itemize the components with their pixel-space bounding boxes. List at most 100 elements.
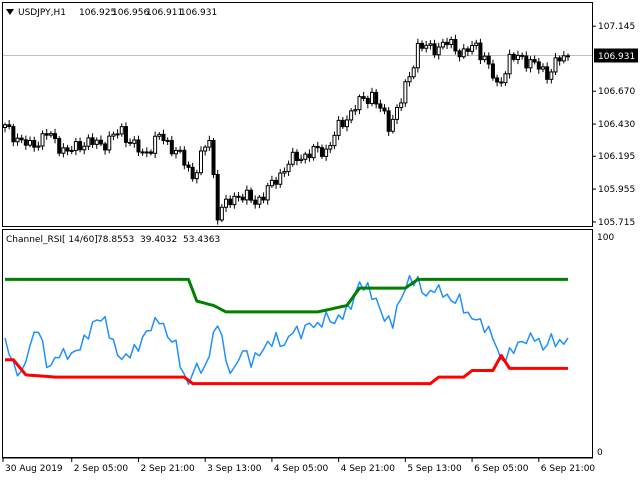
candle-body (461, 48, 466, 58)
candle-body (128, 141, 133, 144)
candle-body (428, 43, 433, 46)
time-tick-label: 5 Sep 13:00 (407, 464, 462, 474)
open-value: 106.925 (79, 8, 116, 18)
rsi-scale-max: 100 (597, 233, 614, 243)
candle-body (32, 139, 37, 148)
candle-body (178, 149, 183, 152)
candle-body (315, 145, 320, 149)
candle-body (549, 71, 554, 80)
candle-body (136, 139, 141, 153)
current-price-marker: 106.931 (594, 48, 638, 63)
price-pane[interactable] (2, 2, 593, 227)
candle-body (495, 77, 500, 83)
candle-body (57, 138, 62, 154)
candle-body (478, 42, 483, 61)
candle-body (524, 55, 529, 69)
candle-body (73, 141, 78, 151)
trading-chart[interactable]: 107.145 106.670 106.430 106.195 105.955 105.7… (0, 0, 640, 480)
candle-body (553, 57, 558, 73)
candle-body (540, 66, 545, 70)
candle-body (482, 55, 487, 61)
candle-body (324, 148, 329, 157)
candle-body (215, 174, 220, 221)
candle-body (465, 48, 470, 52)
candle-body (219, 206, 224, 221)
candle-body (369, 91, 374, 105)
price-tick-label: 105.955 (598, 185, 635, 195)
price-tick-label: 107.145 (598, 22, 635, 32)
time-tick-label: 4 Sep 21:00 (341, 464, 396, 474)
candle-body (240, 196, 245, 201)
price-pane-header: USDJPY,H1 106.925 106.956 106.911 106.93… (6, 8, 217, 18)
candle-body (515, 54, 520, 60)
candle-body (140, 151, 145, 154)
candle-body (357, 96, 362, 111)
candle-body (290, 151, 295, 165)
candle-body (411, 67, 416, 78)
candle-body (382, 107, 387, 112)
candle-body (86, 137, 91, 147)
candle-body (445, 41, 450, 46)
candle-body (415, 42, 420, 69)
candle-body (7, 124, 12, 128)
candle-body (274, 179, 279, 185)
candle-body (123, 126, 128, 143)
candle-body (269, 179, 274, 187)
candle-body (557, 57, 562, 62)
candle-body (378, 103, 383, 109)
candle-body (144, 151, 149, 154)
symbol-label: USDJPY,H1 (18, 8, 66, 18)
candle-body (132, 139, 137, 144)
candle-body (261, 196, 266, 201)
candle-body (190, 166, 195, 180)
candle-body (153, 135, 158, 154)
candle-body (299, 158, 304, 162)
candle-body (474, 42, 479, 47)
candle-body (499, 81, 504, 84)
candle-body (303, 153, 308, 160)
candle-body (407, 76, 412, 83)
candle-body (336, 119, 341, 136)
candle-body (286, 163, 291, 173)
candle-body (165, 139, 170, 142)
candle-body (211, 140, 216, 176)
candle-body (69, 149, 74, 152)
candle-body (294, 151, 299, 162)
time-tick-label: 2 Sep 05:00 (74, 464, 129, 474)
candle-body (490, 63, 495, 79)
candle-body (507, 53, 512, 75)
candle-body (182, 149, 187, 166)
candle-body (528, 59, 533, 69)
candle-body (424, 44, 429, 49)
candle-body (503, 73, 508, 84)
candle-body (3, 124, 7, 129)
candle-body (282, 171, 287, 174)
candle-body (328, 145, 333, 150)
candle-body (311, 145, 316, 159)
candle-body (65, 147, 70, 152)
candle-body (236, 195, 241, 198)
indicator-pane[interactable] (2, 229, 593, 458)
price-tick-label: 105.715 (598, 218, 635, 228)
candle-body (386, 110, 391, 132)
candle-body (40, 133, 45, 147)
candle-body (115, 133, 120, 136)
candle-body (319, 147, 324, 157)
candle-body (224, 198, 229, 208)
candle-body (103, 143, 108, 151)
candle-body (265, 185, 270, 201)
candle-body (436, 46, 441, 56)
candle-body (107, 135, 112, 151)
candle-body (365, 97, 370, 105)
rsi-scale-min: 0 (597, 448, 603, 458)
candle-body (148, 151, 153, 154)
indicator-value-rsi: 53.4363 (183, 235, 220, 245)
candle-body (307, 153, 312, 159)
candle-body (232, 195, 237, 206)
indicator-pane-header: Channel_RSI [ 14/60] 78.8553 39.4032 53.… (6, 235, 220, 245)
time-tick-label: 4 Sep 05:00 (274, 464, 329, 474)
indicator-value-lower: 39.4032 (140, 235, 177, 245)
candle-body (244, 189, 249, 201)
indicator-scale: 100 0 (597, 233, 614, 458)
candle-body (249, 189, 254, 201)
